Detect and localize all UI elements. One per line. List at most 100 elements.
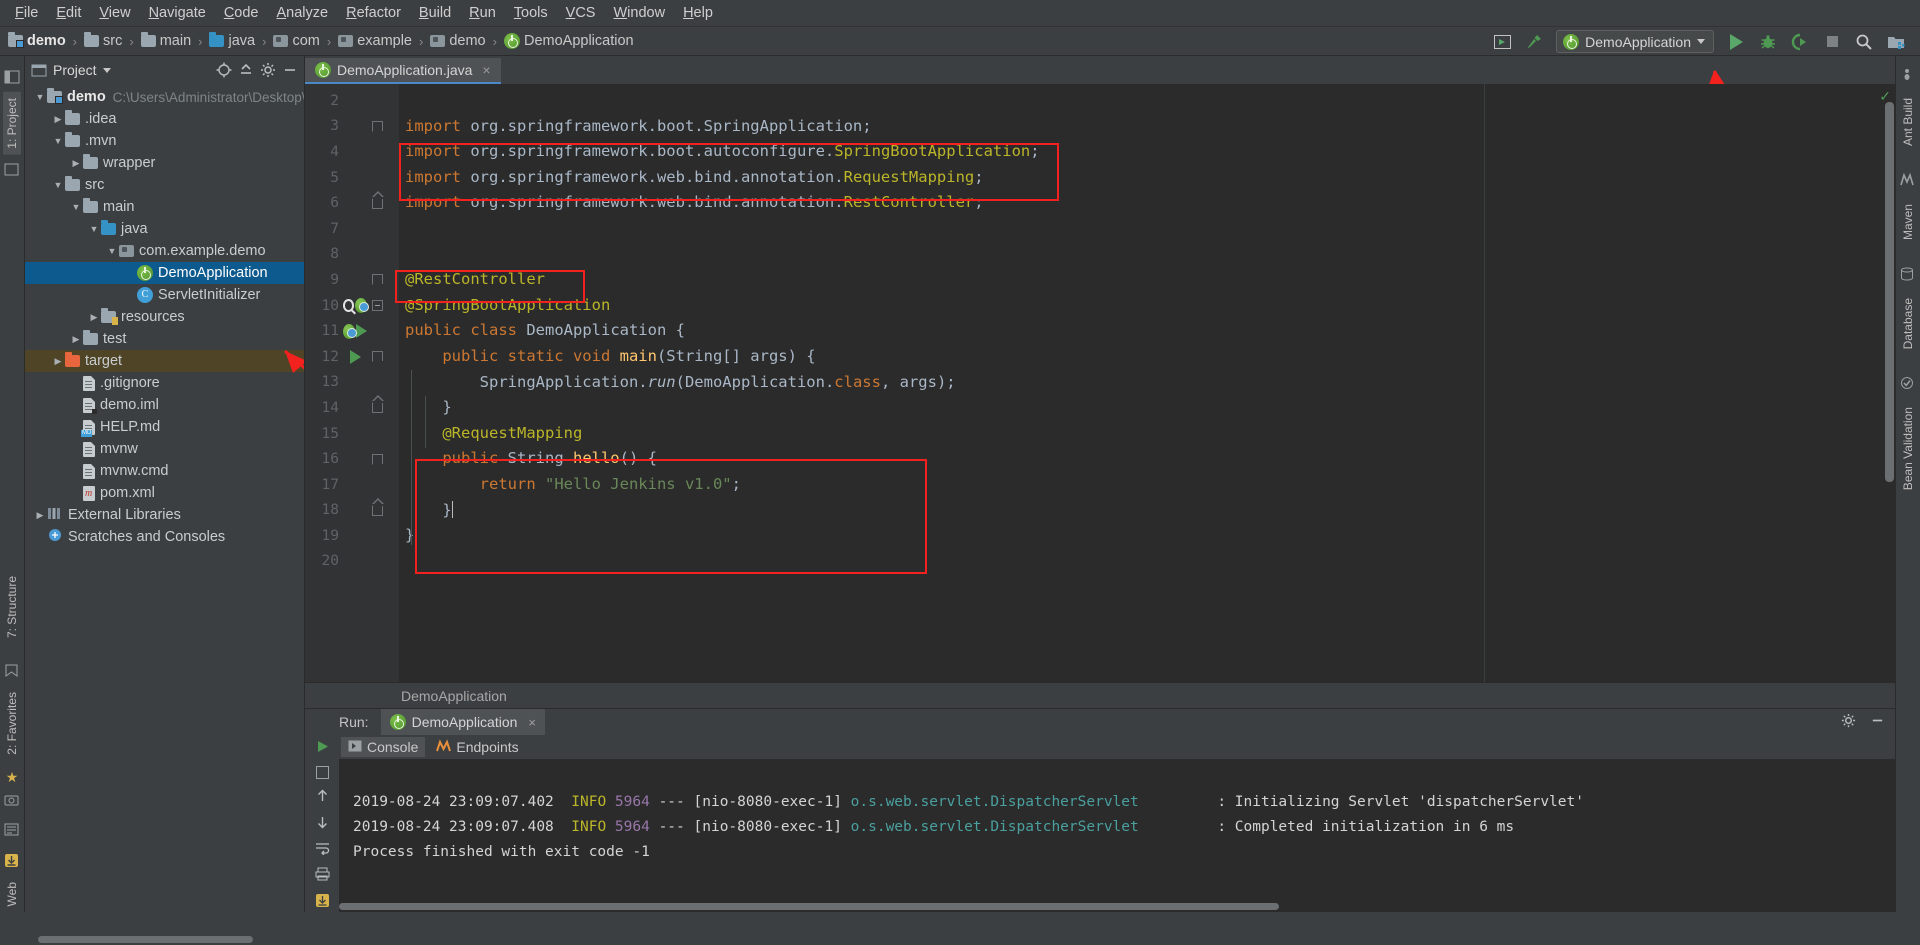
code-line-11[interactable]: public class DemoApplication { (399, 318, 1895, 344)
ant-build-icon[interactable] (1900, 67, 1916, 83)
code-line-15[interactable]: @RequestMapping (399, 421, 1895, 447)
tree-expand-arrow[interactable]: ▼ (51, 136, 65, 146)
tree-item--mvn[interactable]: ▼.mvn (25, 130, 304, 152)
tree-item-wrapper[interactable]: ▶wrapper (25, 152, 304, 174)
rerun-icon[interactable] (315, 739, 330, 757)
close-icon[interactable]: × (482, 62, 490, 78)
gutter-line-18[interactable]: 18 (305, 498, 399, 524)
tree-item-main[interactable]: ▼main (25, 196, 304, 218)
code-line-12[interactable]: public static void main(String[] args) { (399, 344, 1895, 370)
fold-collapse-icon[interactable] (372, 454, 383, 465)
gutter-line-14[interactable]: 14 (305, 395, 399, 421)
spring-bean-icon[interactable] (355, 298, 367, 313)
fold-collapse-icon[interactable] (372, 300, 383, 311)
tree-item-demoapplication[interactable]: DemoApplication (25, 262, 304, 284)
locate-icon[interactable] (216, 62, 232, 78)
camera-icon[interactable] (4, 793, 20, 809)
settings-gear-icon[interactable] (260, 62, 276, 78)
tree-item--idea[interactable]: ▶.idea (25, 108, 304, 130)
breadcrumb-item-com[interactable]: com (271, 33, 321, 49)
tree-item-target[interactable]: ▶target (25, 350, 304, 372)
build-hammer-icon[interactable] (1518, 29, 1550, 55)
code-line-16[interactable]: public String hello() { (399, 446, 1895, 472)
tree-expand-arrow[interactable]: ▶ (69, 334, 83, 345)
gutter-line-8[interactable]: 8 (305, 242, 399, 268)
code-line-4[interactable]: import org.springframework.boot.autoconf… (399, 139, 1895, 165)
code-line-9[interactable]: @RestController (399, 267, 1895, 293)
sidebar-item-maven[interactable]: Maven (1899, 198, 1917, 246)
fold-end-icon[interactable] (372, 505, 383, 516)
favorites-star-icon[interactable] (4, 162, 20, 178)
stop-icon[interactable] (316, 766, 329, 779)
breadcrumb-item-example[interactable]: example (336, 33, 414, 49)
code-editor[interactable]: 234567891011121314151617181920 import or… (305, 84, 1895, 682)
gutter-line-10[interactable]: 10 (305, 293, 399, 319)
code-line-2[interactable] (399, 88, 1895, 114)
stop-button[interactable] (1816, 29, 1848, 55)
breadcrumb-item-src[interactable]: src (82, 33, 124, 49)
gutter-line-7[interactable]: 7 (305, 216, 399, 242)
code-line-14[interactable]: } (399, 395, 1895, 421)
tree-expand-arrow[interactable]: ▶ (87, 312, 101, 323)
editor-gutter[interactable]: 234567891011121314151617181920 (305, 84, 399, 682)
console-output[interactable]: 2019-08-24 23:09:07.402 INFO 5964 --- [n… (339, 759, 1895, 912)
tree-item-demo-iml[interactable]: demo.iml (25, 394, 304, 416)
chevron-down-icon[interactable] (103, 68, 111, 73)
sidebar-item-structure[interactable]: 7: Structure (3, 570, 21, 644)
fold-end-icon[interactable] (372, 198, 383, 209)
menu-code[interactable]: Code (215, 2, 268, 24)
tree-item-com-example-demo[interactable]: ▼com.example.demo (25, 240, 304, 262)
menu-vcs[interactable]: VCS (557, 2, 605, 24)
run-config-preview-icon[interactable] (1486, 29, 1518, 55)
code-line-17[interactable]: return "Hello Jenkins v1.0"; (399, 472, 1895, 498)
gutter-line-15[interactable]: 15 (305, 421, 399, 447)
code-line-5[interactable]: import org.springframework.web.bind.anno… (399, 165, 1895, 191)
export-icon[interactable] (315, 893, 330, 911)
gutter-line-6[interactable]: 6 (305, 190, 399, 216)
breadcrumb-item-demo[interactable]: demo (428, 33, 487, 49)
gutter-line-16[interactable]: 16 (305, 446, 399, 472)
gutter-line-2[interactable]: 2 (305, 88, 399, 114)
settings-gear-icon[interactable] (1841, 713, 1856, 731)
hide-panel-icon[interactable] (282, 62, 298, 78)
menu-help[interactable]: Help (674, 2, 722, 24)
tab-console[interactable]: Console (341, 737, 425, 757)
tab-endpoints[interactable]: Endpoints (429, 737, 525, 757)
breadcrumb-item-demo[interactable]: demo (6, 33, 68, 49)
menu-navigate[interactable]: Navigate (140, 2, 215, 24)
gutter-line-20[interactable]: 20 (305, 549, 399, 575)
sidebar-item-project[interactable]: 1: Project (3, 92, 21, 155)
tree-item-resources[interactable]: ▶resources (25, 306, 304, 328)
spring-bean-icon[interactable] (343, 324, 355, 339)
menu-build[interactable]: Build (410, 2, 460, 24)
run-with-coverage-button[interactable] (1784, 29, 1816, 55)
menu-window[interactable]: Window (604, 2, 674, 24)
tree-expand-arrow[interactable]: ▼ (33, 92, 47, 102)
code-line-8[interactable] (399, 242, 1895, 268)
fold-end-icon[interactable] (372, 402, 383, 413)
gutter-line-4[interactable]: 4 (305, 139, 399, 165)
project-structure-button[interactable] (1880, 29, 1912, 55)
project-tree[interactable]: ▼demoC:\Users\Administrator\Desktop\J▶.i… (25, 84, 304, 912)
gutter-line-9[interactable]: 9 (305, 267, 399, 293)
tree-item-mvnw[interactable]: mvnw (25, 438, 304, 460)
collapse-all-icon[interactable] (238, 62, 254, 78)
menu-file[interactable]: File (6, 2, 47, 24)
favorites-icon[interactable] (4, 663, 20, 679)
terminal-icon[interactable] (4, 823, 20, 839)
fold-collapse-icon[interactable] (372, 121, 383, 132)
scroll-up-icon[interactable] (316, 788, 329, 806)
search-everywhere-button[interactable] (1848, 29, 1880, 55)
breadcrumb-item-java[interactable]: java (207, 33, 257, 49)
tree-expand-arrow[interactable]: ▶ (33, 510, 47, 521)
code-line-18[interactable]: } (399, 498, 1895, 524)
database-icon[interactable] (1900, 267, 1916, 283)
tree-item-servletinitializer[interactable]: CServletInitializer (25, 284, 304, 306)
console-hscrollbar[interactable] (339, 903, 1279, 910)
gutter-line-17[interactable]: 17 (305, 472, 399, 498)
sidebar-item-database[interactable]: Database (1899, 292, 1917, 355)
menu-view[interactable]: View (90, 2, 139, 24)
tree-item-external-libraries[interactable]: ▶External Libraries (25, 504, 304, 526)
tree-item-test[interactable]: ▶test (25, 328, 304, 350)
sidebar-item-ant-build[interactable]: Ant Build (1899, 92, 1917, 152)
